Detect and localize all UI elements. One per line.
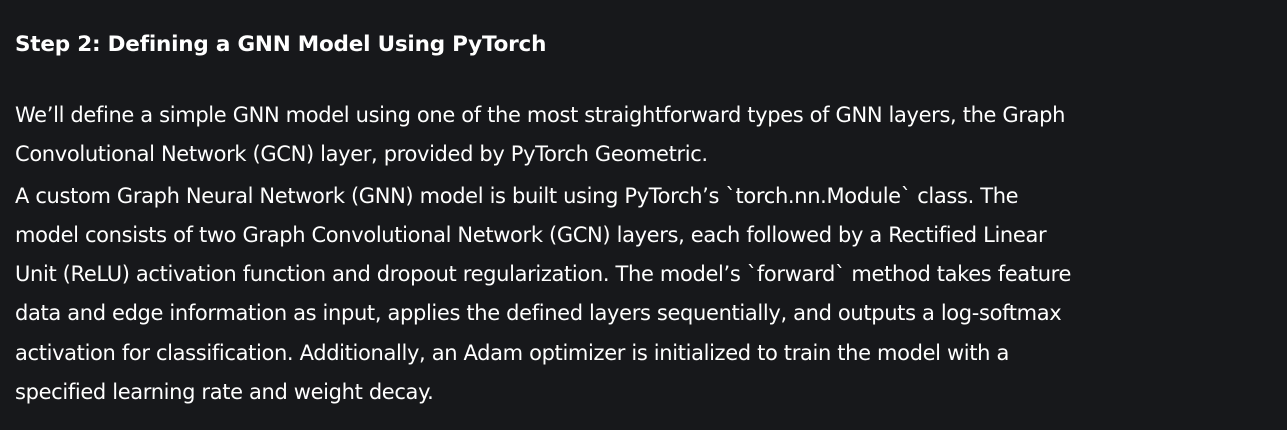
section-heading: Step 2: Defining a GNN Model Using PyTor… xyxy=(15,32,547,57)
intro-paragraph: We’ll define a simple GNN model using on… xyxy=(15,103,1066,167)
model-description-paragraph: A custom Graph Neural Network (GNN) mode… xyxy=(15,183,1072,405)
article-content: Step 2: Defining a GNN Model Using PyTor… xyxy=(15,26,1077,412)
